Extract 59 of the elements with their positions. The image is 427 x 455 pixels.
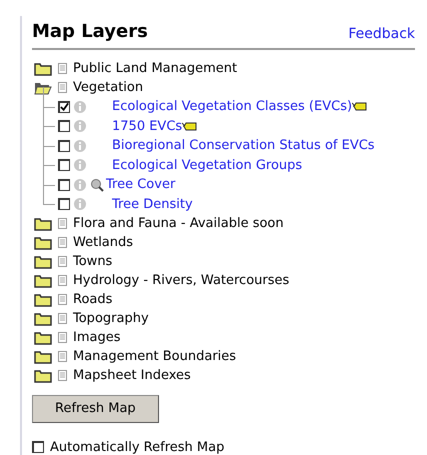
layer-group-label[interactable]: Mapsheet Indexes [73,366,191,385]
folder-icon[interactable] [34,236,52,250]
layer-group-label[interactable]: Images [73,328,120,347]
layer-group-label[interactable]: Towns [73,252,112,271]
panel-title: Map Layers [32,20,148,44]
folder-icon[interactable] [34,350,52,364]
checkbox[interactable] [58,178,70,191]
tree-connector-line [43,126,55,146]
layer-link[interactable]: 1750 EVCs [112,116,182,136]
layer-link[interactable]: Ecological Vegetation Groups [112,156,302,175]
folder-icon[interactable] [34,330,52,344]
folder-icon[interactable] [34,216,52,230]
document-icon [58,313,67,324]
layer-link[interactable]: Bioregional Conservation Status of EVCs [112,136,375,156]
folder-icon[interactable] [34,62,52,76]
tree-connector-line [43,87,55,108]
tree-connector-line [43,106,55,127]
layer-group-label[interactable]: Hydrology - Rivers, Watercourses [73,271,290,290]
checkbox[interactable] [32,441,44,454]
document-icon [58,256,67,267]
tag-icon[interactable] [182,122,198,131]
checkbox[interactable] [58,120,70,132]
folder-icon[interactable] [34,292,52,306]
layer-group-label[interactable]: Roads [73,290,112,309]
tag-icon[interactable] [352,102,368,112]
refresh-map-button[interactable]: Refresh Map [32,395,159,422]
document-icon [58,370,67,381]
layer-group-label[interactable]: Vegetation [73,78,144,97]
checkbox[interactable] [58,140,70,152]
layer-group-label[interactable]: Management Boundaries [73,347,236,366]
folder-icon[interactable] [34,312,52,326]
document-icon [58,218,67,229]
document-icon [58,294,67,305]
layer-group-label[interactable]: Flora and Fauna - Available soon [73,214,284,233]
document-icon [58,332,67,343]
layer-link[interactable]: Tree Density [112,194,193,214]
checkbox[interactable] [58,159,70,172]
document-icon [58,82,67,93]
tree-connector-line [43,146,55,166]
document-icon [58,237,67,248]
layer-link[interactable]: Ecological Vegetation Classes (EVCs) [112,97,352,116]
document-icon [58,351,67,362]
checkbox-label: Automatically Refresh Map [50,438,224,455]
folder-icon[interactable] [34,274,52,288]
checkbox[interactable] [58,198,70,210]
layer-group-label[interactable]: Wetlands [73,233,134,252]
checkbox[interactable] [58,100,70,113]
document-icon [58,275,67,286]
feedback-link[interactable]: Feedback [348,24,415,45]
layer-group-label[interactable]: Public Land Management [73,59,238,78]
open-folder-icon[interactable] [34,80,52,94]
magnifier-icon [90,178,104,192]
layer-link[interactable]: Tree Cover [106,175,176,194]
folder-icon[interactable] [34,254,52,268]
folder-icon[interactable] [34,368,52,382]
tree-connector-line [43,165,55,186]
layer-group-label[interactable]: Topography [73,309,149,328]
tree-connector-line [43,184,55,205]
document-icon [58,63,67,74]
